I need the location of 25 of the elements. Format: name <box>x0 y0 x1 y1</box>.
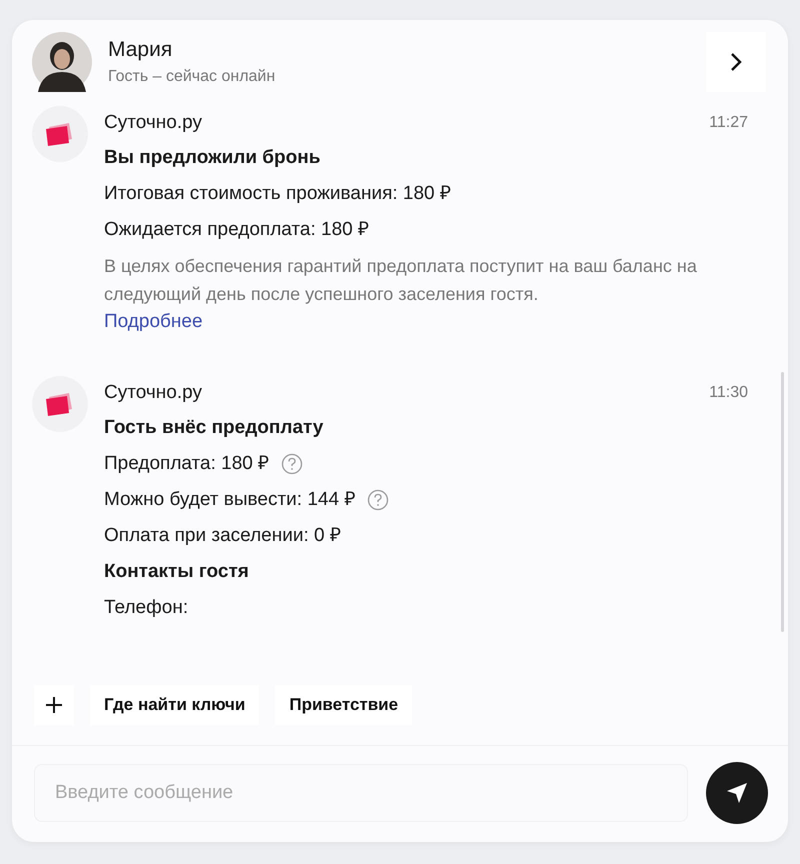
sender-name: Суточно.ру <box>104 112 202 134</box>
message-text: Оплата при заселении: 0 ₽ <box>104 524 341 548</box>
message-text: Телефон: <box>104 596 188 620</box>
contact-name: Мария <box>108 38 174 62</box>
message-note: В целях обеспечения гарантий предоплата поступит на ваш баланс на следующий день после успешного заселения гостя. <box>104 255 698 306</box>
message-text: Можно будет вывести: 144 ₽ <box>104 488 356 512</box>
message-text: Ожидается предоплата: 180 ₽ <box>104 218 370 242</box>
message-heading: Контакты гостя <box>104 560 249 584</box>
quick-reply-chip[interactable]: Приветствие <box>275 685 412 725</box>
contact-status: Гость – сейчас онлайн <box>108 68 276 86</box>
message-time: 11:30 <box>709 384 748 402</box>
message-time: 11:27 <box>709 114 748 132</box>
quick-reply-chip[interactable]: Где найти ключи <box>90 685 260 725</box>
avatar-icon <box>32 32 92 92</box>
message-heading: Гость внёс предоплату <box>104 416 324 440</box>
more-link[interactable]: Подробнее <box>104 308 203 336</box>
sender-name: Суточно.ру <box>104 382 202 404</box>
message-heading: Вы предложили бронь <box>104 146 320 170</box>
plus-icon[interactable] <box>34 685 74 725</box>
message-text: Итоговая стоимость проживания: 180 ₽ <box>104 182 451 206</box>
message-field[interactable]: Введите сообщение <box>34 764 688 822</box>
scrollbar[interactable] <box>781 372 784 632</box>
message-text: Предоплата: 180 ₽ <box>104 452 270 476</box>
help-icon[interactable] <box>281 453 304 475</box>
help-icon[interactable] <box>367 489 390 511</box>
